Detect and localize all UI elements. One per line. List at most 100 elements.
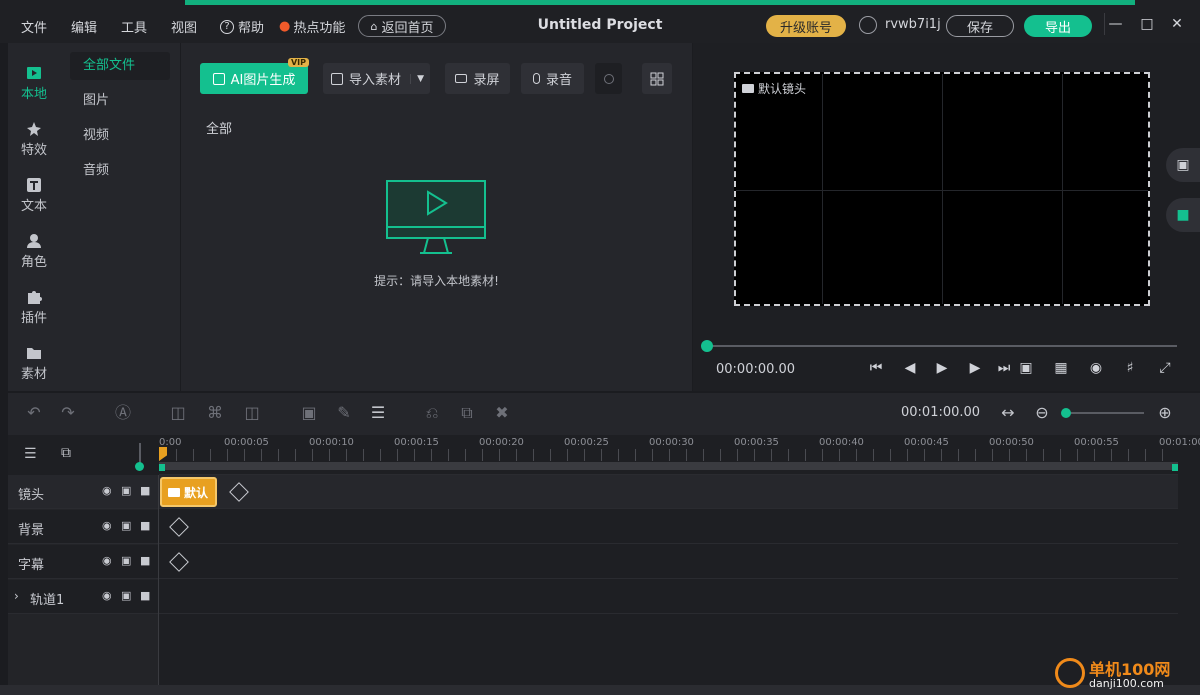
media-library: AI图片生成 VIP 导入素材 ▼ 录屏 录音 全部 提示：请导入本地素材! xyxy=(181,43,692,391)
maximize-icon[interactable]: □ xyxy=(1136,13,1158,35)
trim-icon[interactable]: ◫ xyxy=(168,403,188,423)
username[interactable]: rvwb7i1j xyxy=(885,17,941,32)
trash-icon[interactable]: ■ xyxy=(140,589,152,603)
puzzle-icon xyxy=(28,291,42,304)
image-edit-icon[interactable]: ▣ xyxy=(299,403,319,423)
import-button[interactable]: 导入素材 ▼ xyxy=(323,63,430,94)
paste-icon[interactable]: ⎌ xyxy=(422,403,442,423)
filter-all-files[interactable]: 全部文件 xyxy=(70,52,170,80)
film-icon xyxy=(27,67,41,79)
home-button[interactable]: ⌂ 返回首页 xyxy=(358,15,446,37)
layers-icon[interactable]: ☰ xyxy=(368,403,388,423)
undo-icon[interactable]: ↶ xyxy=(24,403,44,423)
empty-hint: 提示：请导入本地素材! xyxy=(374,274,499,288)
nav-local[interactable]: 本地 xyxy=(8,53,60,105)
side-lock-icon[interactable]: ■ xyxy=(1166,198,1200,232)
step-forward-icon[interactable]: ▶ xyxy=(967,360,983,376)
upgrade-button[interactable]: 升级账号 xyxy=(766,15,846,37)
track-height-knob[interactable] xyxy=(135,462,144,471)
filter-images[interactable]: 图片 xyxy=(70,87,170,115)
delete-icon[interactable]: ✖ xyxy=(492,403,512,423)
nav-character[interactable]: 角色 xyxy=(8,221,60,273)
file-type-list: 全部文件 图片 视频 音频 xyxy=(60,43,180,391)
eye-icon[interactable]: ◉ xyxy=(102,519,114,533)
import-label: 导入素材 xyxy=(349,73,402,88)
timeline-toolbar: ↶ ↷ Ⓐ ◫ ⌘ ◫ ▣ ✎ ☰ ⎌ ⧉ ✖ 00:01:00.00 ↔ ⊖ … xyxy=(8,393,1200,435)
hot-features-menu[interactable]: ● 热点功能 xyxy=(279,17,345,36)
menu-view[interactable]: 视图 xyxy=(171,17,197,36)
nav-effects[interactable]: 特效 xyxy=(8,109,60,161)
filter-audio[interactable]: 音频 xyxy=(70,157,170,185)
side-fullscreen-icon[interactable]: ▣ xyxy=(1166,148,1200,182)
zoom-out-icon[interactable]: ⊖ xyxy=(1032,403,1052,423)
help-menu[interactable]: ? 帮助 xyxy=(220,17,264,36)
redo-icon[interactable]: ↷ xyxy=(58,403,78,423)
playhead-knob[interactable] xyxy=(701,340,713,352)
lock-icon[interactable]: ▣ xyxy=(121,519,133,533)
copy-icon[interactable]: ⧉ xyxy=(457,403,477,423)
user-avatar-icon[interactable] xyxy=(859,16,877,34)
add-track-icon[interactable]: ⧉ xyxy=(61,445,71,461)
screen-icon[interactable]: ▣ xyxy=(1018,360,1034,376)
section-title: 全部 xyxy=(206,122,233,137)
monitor-icon xyxy=(386,180,486,254)
pen-icon[interactable]: ✎ xyxy=(334,403,354,423)
save-button[interactable]: 保存 xyxy=(946,15,1014,37)
zoom-slider[interactable] xyxy=(1066,412,1144,414)
skip-start-icon[interactable]: ⏮ xyxy=(868,360,884,376)
minimize-icon[interactable]: — xyxy=(1104,13,1126,35)
crop-icon[interactable]: ⌘ xyxy=(205,403,225,423)
filter-videos[interactable]: 视频 xyxy=(70,122,170,150)
play-icon[interactable]: ▶ xyxy=(934,360,950,376)
nav-assets[interactable]: 素材 xyxy=(8,333,60,385)
preview-canvas[interactable]: 默认镜头 xyxy=(734,72,1150,306)
volume-icon[interactable]: ♯ xyxy=(1122,360,1138,376)
ruler-label: 00:00:15 xyxy=(394,437,439,448)
fit-icon[interactable]: ↔ xyxy=(998,403,1018,423)
chevron-right-icon[interactable]: › xyxy=(14,589,19,603)
record-screen-button[interactable]: 录屏 xyxy=(445,63,510,94)
clip-label: 默认 xyxy=(184,485,209,500)
fullscreen-icon[interactable]: ⤢ xyxy=(1157,360,1173,376)
eye-icon[interactable]: ◉ xyxy=(102,554,114,568)
lock-icon[interactable]: ▣ xyxy=(121,589,133,603)
canvas-label: 默认镜头 xyxy=(758,82,807,96)
lock-icon[interactable]: ▣ xyxy=(121,484,133,498)
menu-file[interactable]: 文件 xyxy=(21,17,47,36)
track-settings-icon[interactable]: ☰ xyxy=(24,446,37,462)
home-icon: ⌂ xyxy=(370,19,378,33)
ai-tool-icon[interactable]: Ⓐ xyxy=(113,403,133,423)
ruler-label: 00:00:25 xyxy=(564,437,609,448)
nav-text[interactable]: 文本 xyxy=(8,165,60,217)
skip-end-icon[interactable]: ⏭ xyxy=(996,360,1012,376)
close-icon[interactable]: ✕ xyxy=(1166,13,1188,35)
zoom-in-icon[interactable]: ⊕ xyxy=(1155,403,1175,423)
chevron-down-icon[interactable]: ▼ xyxy=(410,73,424,84)
grid-view-icon[interactable] xyxy=(642,63,672,94)
step-back-icon[interactable]: ◀ xyxy=(902,360,918,376)
ai-image-button[interactable]: AI图片生成 VIP xyxy=(200,58,309,94)
timeline-clip[interactable]: 默认 xyxy=(160,477,217,507)
zoom-knob[interactable] xyxy=(1061,408,1071,418)
split-icon[interactable]: ◫ xyxy=(242,403,262,423)
trash-icon[interactable]: ■ xyxy=(140,554,152,568)
hot-label: 热点功能 xyxy=(293,21,346,36)
grid-icon[interactable]: ▦ xyxy=(1053,360,1069,376)
nav-plugins[interactable]: 插件 xyxy=(8,277,60,329)
trash-icon[interactable]: ■ xyxy=(140,484,152,498)
eye-icon[interactable]: ◉ xyxy=(102,484,114,498)
person-icon xyxy=(27,234,41,248)
webcam-icon[interactable] xyxy=(595,63,622,94)
menu-tools[interactable]: 工具 xyxy=(121,17,147,36)
playback-slider[interactable] xyxy=(706,345,1177,347)
snapshot-icon[interactable]: ◉ xyxy=(1088,360,1104,376)
lock-icon[interactable]: ▣ xyxy=(121,554,133,568)
menu-edit[interactable]: 编辑 xyxy=(71,17,97,36)
eye-icon[interactable]: ◉ xyxy=(102,589,114,603)
range-start-marker[interactable] xyxy=(159,464,165,471)
record-audio-button[interactable]: 录音 xyxy=(521,63,584,94)
trash-icon[interactable]: ■ xyxy=(140,519,152,533)
export-button[interactable]: 导出 xyxy=(1024,15,1092,37)
range-end-marker[interactable] xyxy=(1172,464,1178,471)
ai-image-label: AI图片生成 xyxy=(230,73,296,88)
